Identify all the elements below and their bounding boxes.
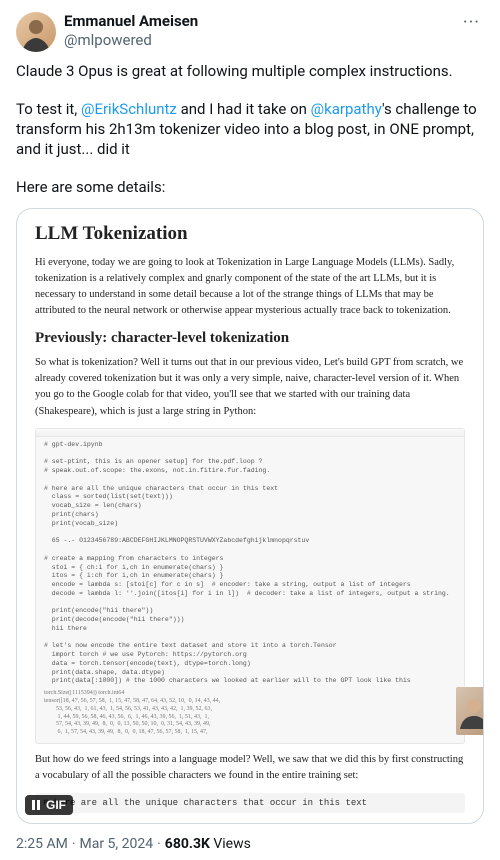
article-preview: LLM Tokenization Hi everyone, today we a… xyxy=(17,209,483,823)
tweet-p1: Claude 3 Opus is great at following mult… xyxy=(16,62,484,82)
tweet-date[interactable]: Mar 5, 2024 xyxy=(80,836,154,852)
tweet-p2: To test it, @ErikSchluntz and I had it t… xyxy=(16,100,484,160)
tweet-time[interactable]: 2:25 AM xyxy=(16,836,68,852)
display-name: Emmanuel Ameisen xyxy=(64,12,451,31)
mention-erik[interactable]: @ErikSchluntz xyxy=(81,100,177,118)
presenter-thumb xyxy=(456,687,484,735)
pause-icon xyxy=(32,800,40,810)
more-icon[interactable]: ··· xyxy=(459,12,484,33)
media-gif[interactable]: LLM Tokenization Hi everyone, today we a… xyxy=(16,208,484,824)
code-snippet: # here are all the unique characters tha… xyxy=(35,793,465,813)
handle: @mlpowered xyxy=(64,31,451,50)
article-p3: But how do we feed strings into a langua… xyxy=(35,752,465,785)
article-title: LLM Tokenization xyxy=(35,223,465,245)
tweet-body: Claude 3 Opus is great at following mult… xyxy=(16,62,484,198)
article-h2: Previously: character-level tokenization xyxy=(35,330,465,347)
tweet-p3: Here are some details: xyxy=(16,178,484,198)
tweet-header: Emmanuel Ameisen @mlpowered ··· xyxy=(16,12,484,52)
tweet-container: Emmanuel Ameisen @mlpowered ··· Claude 3… xyxy=(0,0,500,860)
colab-code: # gpt-dev.ipynb # set-ptint, this is an … xyxy=(44,441,450,686)
colab-toolbar xyxy=(36,429,464,437)
article-p2: So what is tokenization? Well it turns o… xyxy=(35,355,465,420)
author-names[interactable]: Emmanuel Ameisen @mlpowered xyxy=(64,12,451,50)
tweet-meta: 2:25 AM·Mar 5, 2024·680.3K Views xyxy=(16,836,484,852)
gif-badge[interactable]: GIF xyxy=(25,795,73,815)
views-count[interactable]: 680.3K xyxy=(165,836,210,852)
avatar[interactable] xyxy=(16,12,56,52)
views-label: Views xyxy=(210,836,251,852)
colab-screenshot: # gpt-dev.ipynb # set-ptint, this is an … xyxy=(35,428,465,744)
mention-karpathy[interactable]: @karpathy xyxy=(311,100,382,118)
article-intro: Hi everyone, today we are going to look … xyxy=(35,255,465,320)
gif-label: GIF xyxy=(46,798,66,812)
colab-output: torch.Size([1115394]) torch.int64 tensor… xyxy=(44,690,450,737)
